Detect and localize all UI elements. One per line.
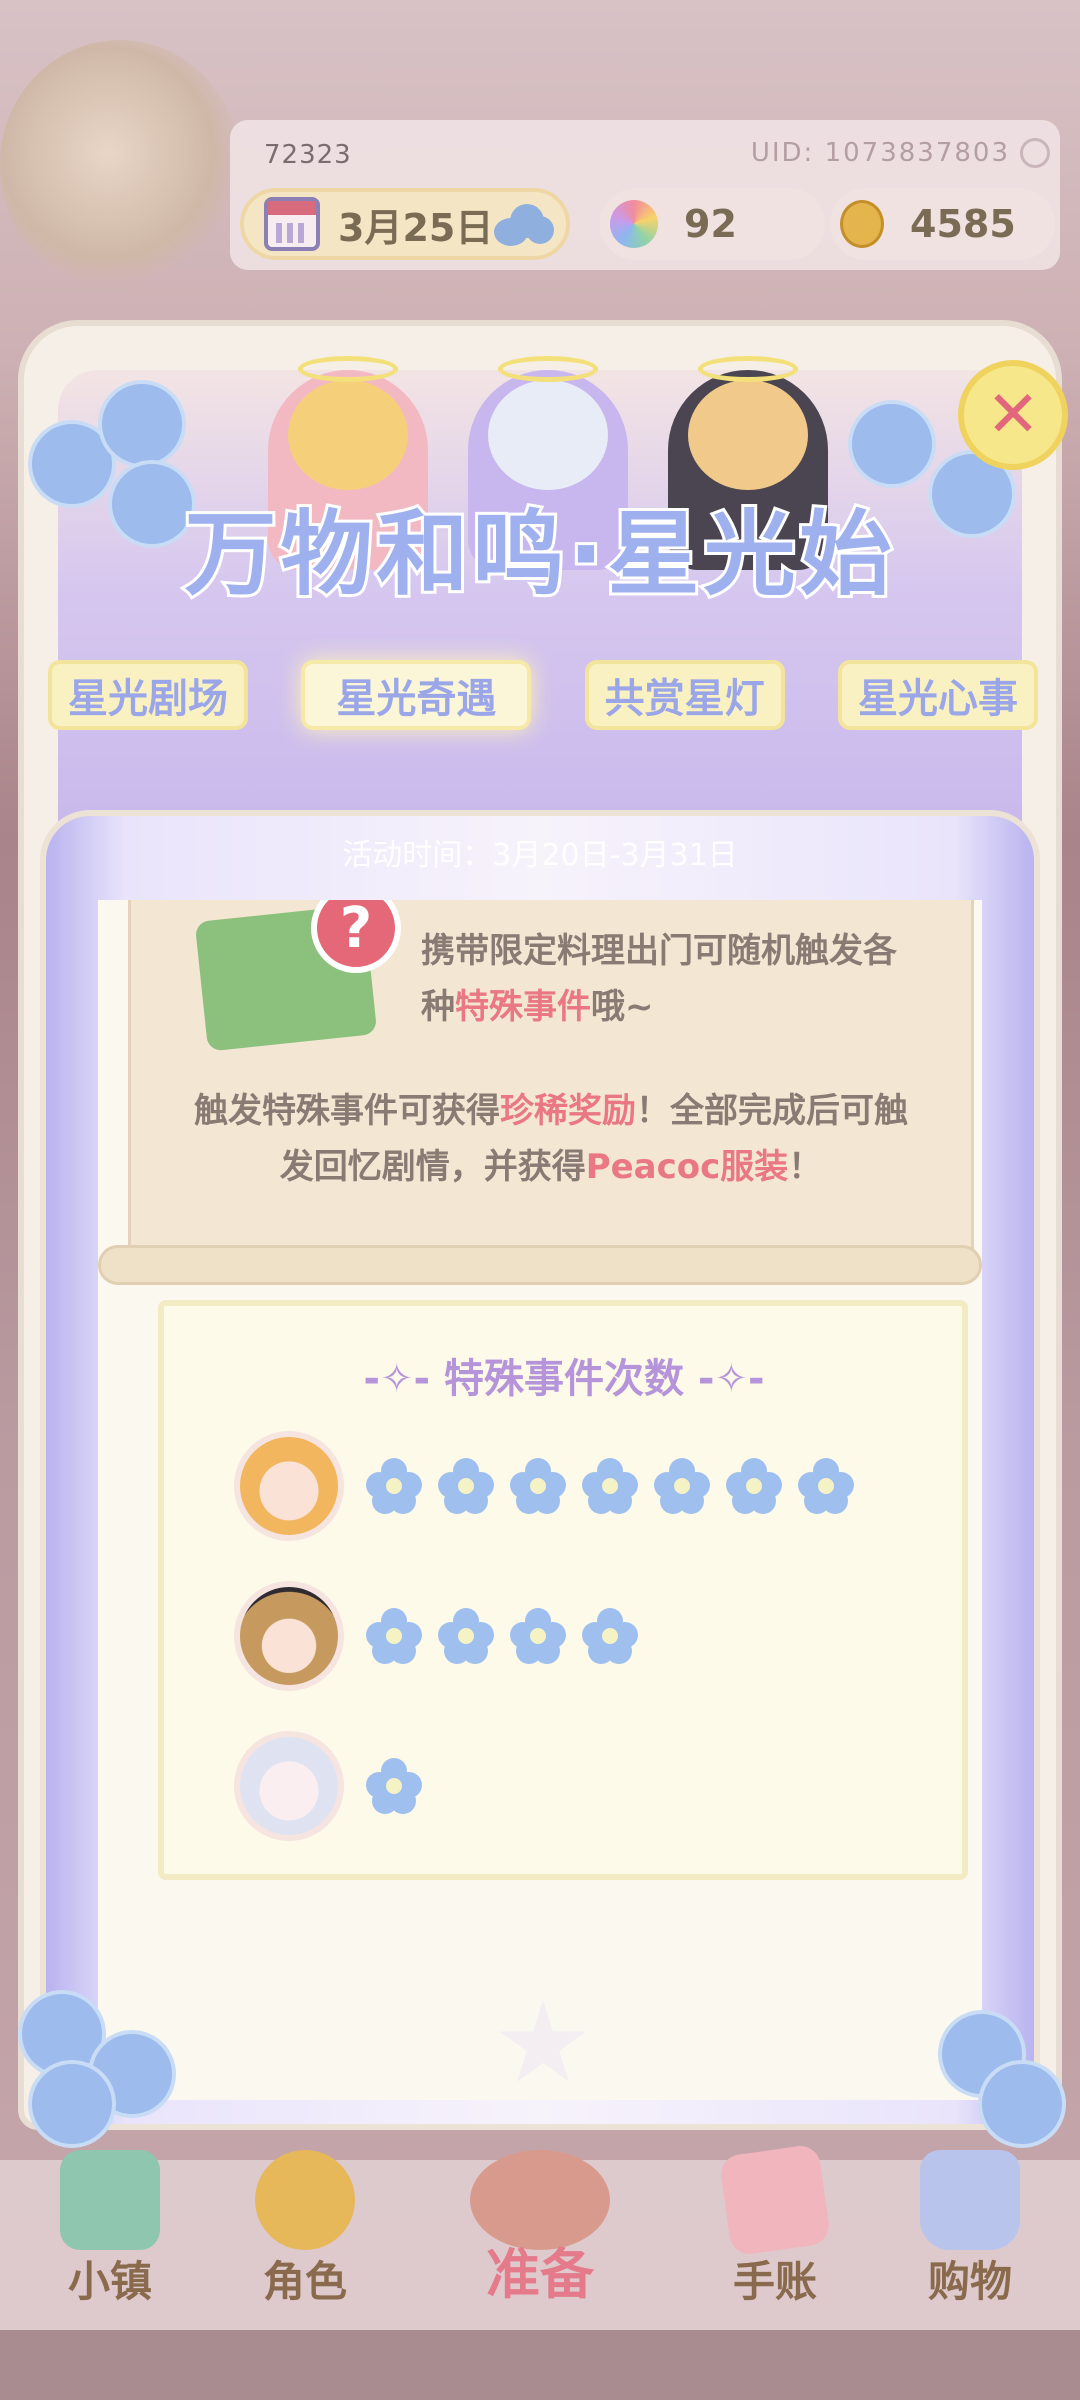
- nav-label: 角色: [262, 2257, 347, 2306]
- flower-list: [366, 1608, 654, 1664]
- flower-cluster-bottom-left: [8, 1940, 208, 2148]
- tab-starlight-thoughts[interactable]: 星光心事: [837, 660, 1038, 730]
- blonde-girl-avatar: [234, 1431, 344, 1541]
- info-parchment: ? 携带限定料理出门可随机触发各种特殊事件哦~ 触发特殊事件可获得珍稀奖励！全部…: [128, 900, 974, 1266]
- nav-town[interactable]: 小镇: [30, 2130, 190, 2330]
- blue-flower-icon: [510, 1608, 566, 1664]
- brown-hair-boy-avatar: [234, 1581, 344, 1691]
- flower-list: [366, 1758, 438, 1814]
- info-text-1: 携带限定料理出门可随机触发各种特殊事件哦~: [421, 931, 897, 1027]
- content-scroll-area[interactable]: ? 携带限定料理出门可随机触发各种特殊事件哦~ 触发特殊事件可获得珍稀奖励！全部…: [98, 900, 982, 2100]
- uid-label: UID: 1073837803: [750, 138, 1010, 168]
- event-title: 万物和鸣·星光始: [182, 498, 896, 611]
- calendar-icon: [264, 197, 320, 251]
- nav-shopping[interactable]: 购物: [890, 2130, 1050, 2330]
- top-hud: 72323 UID: 1073837803 3月25日 92 4585: [0, 0, 1080, 290]
- nav-prepare[interactable]: 准备: [460, 2130, 620, 2330]
- flower-list: [366, 1458, 870, 1514]
- coin-counter[interactable]: 4585: [830, 188, 1055, 260]
- nav-label: 小镇: [67, 2257, 152, 2306]
- blue-flower-icon: [798, 1458, 854, 1514]
- blue-flower-icon: [366, 1608, 422, 1664]
- parchment-roll: [98, 1245, 982, 1285]
- blue-flower-icon: [366, 1458, 422, 1514]
- rainbow-gem-icon: [610, 200, 658, 248]
- bottom-strip: [0, 2330, 1080, 2400]
- character-icon: [255, 2150, 355, 2250]
- info-text-2: 触发特殊事件可获得珍稀奖励！全部完成后可触发回忆剧情，并获得Peacoc服装！: [194, 1091, 908, 1187]
- gold-coin-icon: [840, 200, 884, 248]
- tab-starlight-adventure[interactable]: 星光奇遇: [301, 660, 532, 730]
- special-event-count-box: -✧- 特殊事件次数 -✧-: [158, 1300, 968, 1880]
- date-text: 3月25日: [338, 205, 494, 250]
- map-icon: ?: [191, 900, 401, 1073]
- blue-flower-icon: [438, 1608, 494, 1664]
- close-button[interactable]: ✕: [958, 360, 1068, 470]
- journal-icon: [718, 2143, 832, 2257]
- blue-flower-icon: [510, 1458, 566, 1514]
- map-icon: [60, 2150, 160, 2250]
- blue-flower-icon: [438, 1458, 494, 1514]
- tab-starlight-theater[interactable]: 星光剧场: [48, 660, 248, 730]
- blue-flower-icon: [654, 1458, 710, 1514]
- nav-journal[interactable]: 手账: [695, 2130, 855, 2330]
- player-id: 72323: [264, 140, 352, 170]
- count-title: -✧- 特殊事件次数 -✧-: [363, 1356, 765, 1402]
- copy-uid-icon[interactable]: [1020, 138, 1050, 168]
- gem-counter[interactable]: 92: [600, 188, 825, 260]
- decorative-sweets-corner: [0, 40, 240, 290]
- count-row-brown-hair-boy: [234, 1576, 654, 1696]
- nav-label: 手账: [732, 2257, 817, 2306]
- silver-hair-child-avatar: [234, 1731, 344, 1841]
- blue-flower-icon: [582, 1458, 638, 1514]
- blue-flower-icon: [582, 1608, 638, 1664]
- nav-label: 购物: [927, 2257, 1012, 2306]
- nav-label: 准备: [486, 2243, 594, 2306]
- cloud-icon: [494, 204, 554, 246]
- close-icon: ✕: [986, 378, 1040, 452]
- gem-count: 92: [684, 202, 737, 246]
- blue-flower-icon: [366, 1758, 422, 1814]
- coin-count: 4585: [910, 202, 1016, 246]
- count-row-blonde-girl: [234, 1426, 870, 1546]
- date-weather-pill[interactable]: 3月25日: [240, 188, 570, 260]
- event-tabs: 星光剧场 星光奇遇 共赏星灯 星光心事: [48, 660, 1038, 730]
- event-time: 活动时间：3月20日-3月31日: [342, 838, 738, 873]
- bottom-navigation: 小镇 角色 准备 手账 购物: [0, 2130, 1080, 2330]
- blue-flower-icon: [726, 1458, 782, 1514]
- shopping-bag-icon: [920, 2150, 1020, 2250]
- count-row-silver-hair-child: [234, 1726, 438, 1846]
- tab-share-star-lanterns[interactable]: 共赏星灯: [584, 660, 785, 730]
- event-panel: ✕ 万物和鸣·星光始 星光剧场 星光奇遇 共赏星灯 星光心事 活动时间：3月20…: [18, 280, 1068, 2148]
- nav-character[interactable]: 角色: [225, 2130, 385, 2330]
